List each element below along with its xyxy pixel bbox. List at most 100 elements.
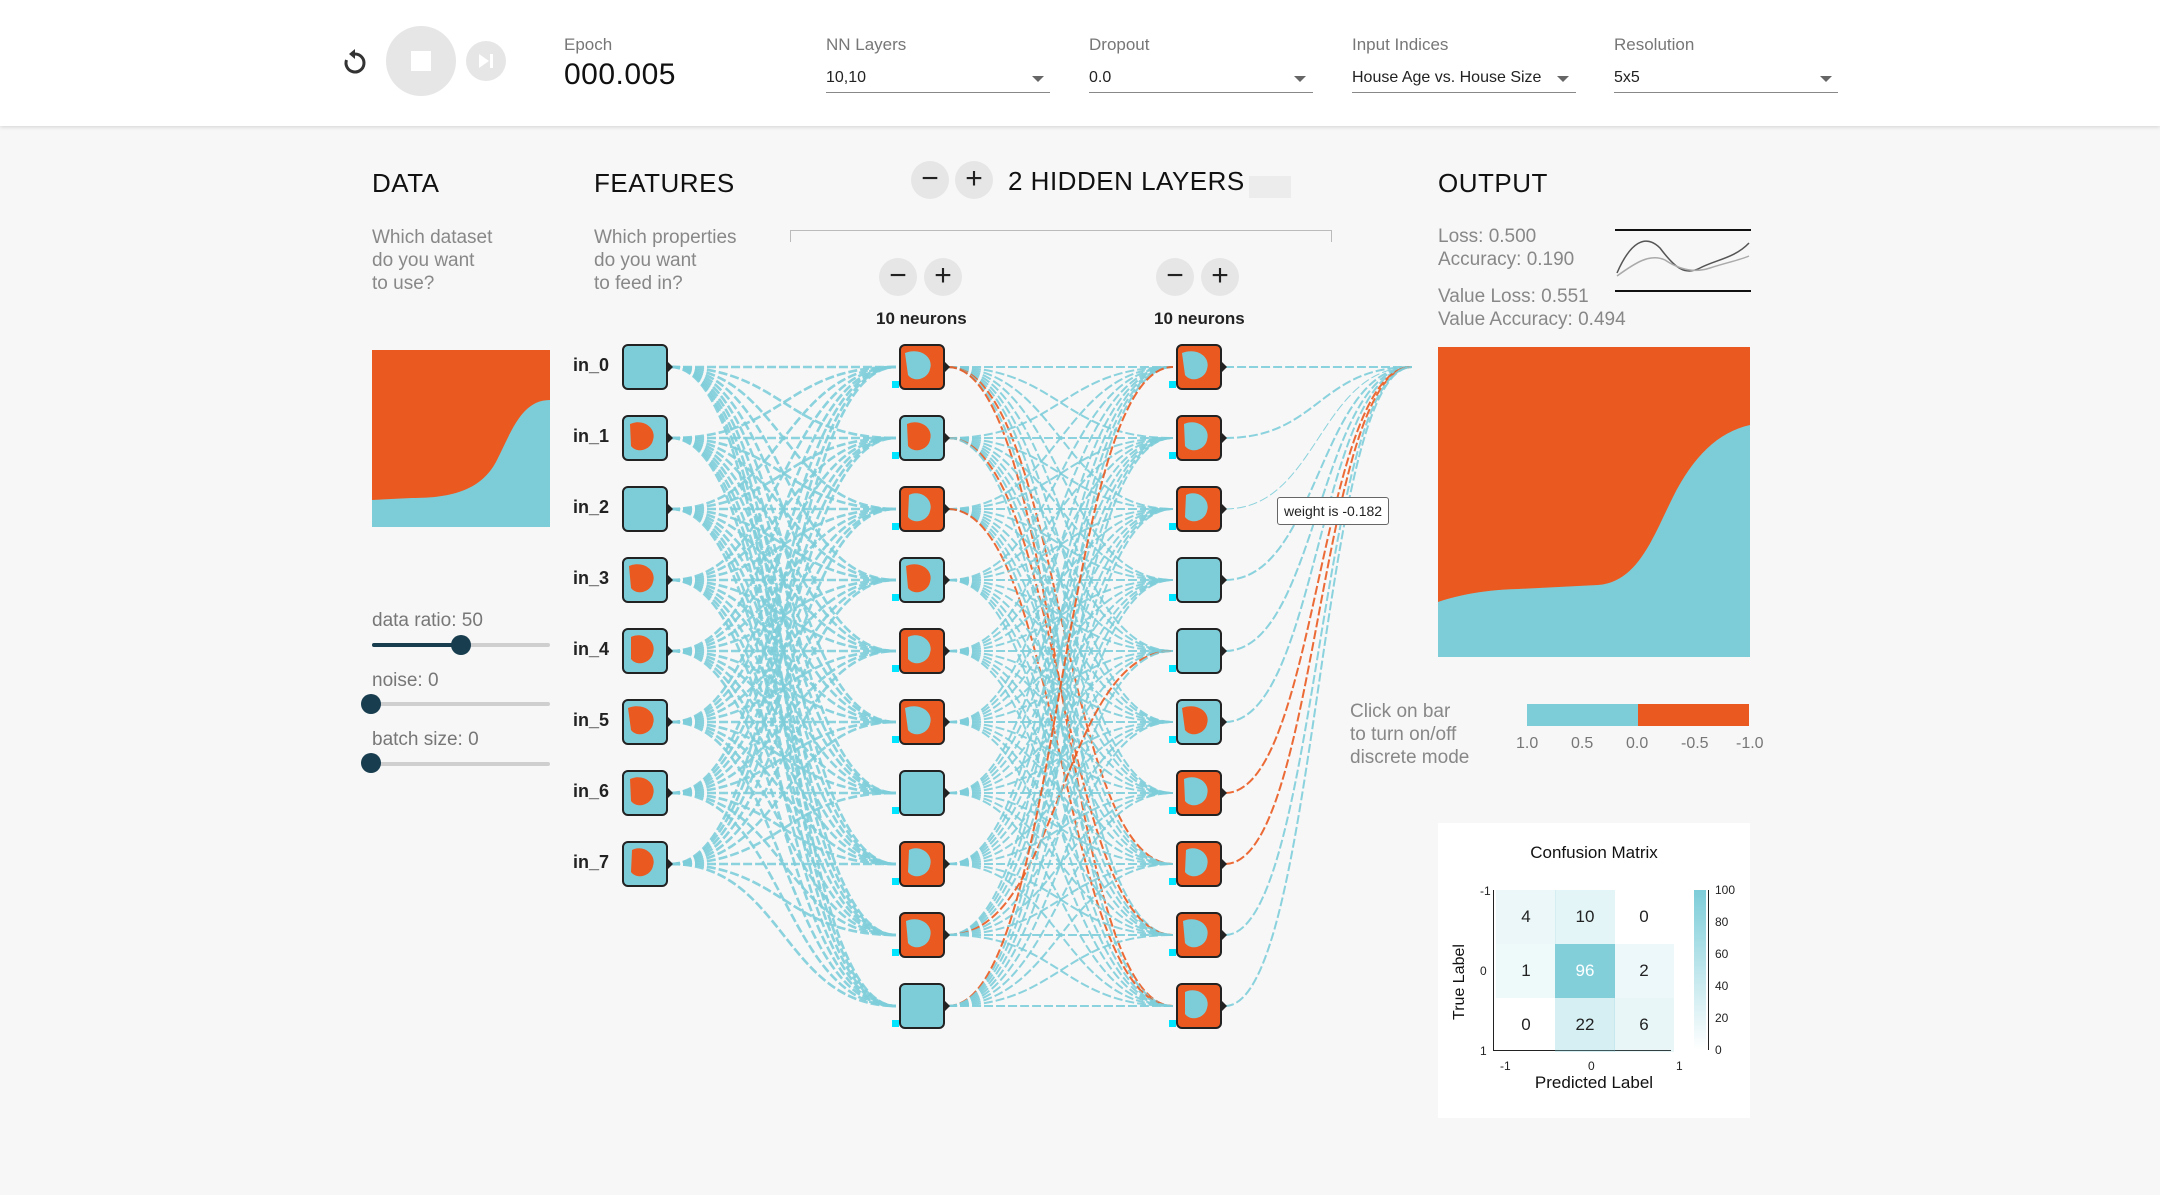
hidden2-node-3[interactable] xyxy=(1176,557,1227,603)
node-connector xyxy=(667,361,673,373)
weight-link[interactable] xyxy=(670,365,897,795)
hidden2-node-5[interactable] xyxy=(1176,699,1227,745)
weight-link[interactable] xyxy=(1224,366,1413,1007)
weight-link[interactable] xyxy=(947,437,1174,581)
bias-indicator xyxy=(1169,452,1176,459)
hidden1-node-8[interactable] xyxy=(899,912,950,958)
hidden1-node-6[interactable] xyxy=(899,770,950,816)
bias-indicator xyxy=(1169,665,1176,672)
input-node-2[interactable] xyxy=(622,486,673,532)
node-connector xyxy=(667,574,673,586)
bias-indicator xyxy=(892,736,899,743)
weight-link[interactable] xyxy=(947,579,1174,936)
input-node-0[interactable] xyxy=(622,344,673,390)
hidden2-node-8[interactable] xyxy=(1176,912,1227,958)
confusion-cell: 2 xyxy=(1614,944,1674,998)
confusion-cell: 4 xyxy=(1496,890,1556,944)
node-connector xyxy=(944,432,950,444)
hidden2-node-4[interactable] xyxy=(1176,628,1227,674)
node-connector xyxy=(667,858,673,870)
weight-link[interactable] xyxy=(947,366,1174,723)
color-bar-negative xyxy=(1638,704,1749,726)
loss-text: Loss: 0.500 xyxy=(1438,226,1537,247)
weight-link[interactable] xyxy=(670,720,897,866)
node-connector xyxy=(1221,574,1227,586)
confusion-cell: 0 xyxy=(1639,907,1649,926)
weight-link[interactable] xyxy=(947,366,1174,1007)
hidden1-node-2[interactable] xyxy=(899,486,950,532)
hidden1-node-9[interactable] xyxy=(899,983,950,1029)
weight-link[interactable] xyxy=(1224,366,1413,865)
hidden1-node-5[interactable] xyxy=(899,699,950,745)
confusion-cell: 1 xyxy=(1496,944,1556,998)
input-node-6[interactable] xyxy=(622,770,673,816)
confusion-y-tick: -1 xyxy=(1480,884,1491,898)
weight-link[interactable] xyxy=(947,437,1174,794)
node-connector xyxy=(667,432,673,444)
weight-tooltip: weight is -0.182 xyxy=(1277,497,1390,525)
bias-indicator xyxy=(892,949,899,956)
bias-indicator xyxy=(1169,523,1176,530)
node-connector xyxy=(944,929,950,941)
confusion-y-tick: 0 xyxy=(1480,964,1487,978)
node-connector xyxy=(1221,716,1227,728)
confusion-cell: 96 xyxy=(1555,944,1615,998)
confusion-scale-tick: 20 xyxy=(1715,1011,1729,1025)
weight-link[interactable] xyxy=(947,792,1174,936)
bias-indicator xyxy=(1169,381,1176,388)
input-node-1[interactable] xyxy=(622,415,673,461)
weight-link[interactable] xyxy=(670,436,897,866)
weight-link[interactable] xyxy=(670,649,897,795)
hidden2-node-7[interactable] xyxy=(1176,841,1227,887)
confusion-scale-tick: 60 xyxy=(1715,947,1729,961)
weight-link[interactable] xyxy=(1224,366,1413,936)
hidden2-node-2[interactable] xyxy=(1176,486,1227,532)
input-node-5[interactable] xyxy=(622,699,673,745)
bias-indicator xyxy=(892,807,899,814)
input-node-4[interactable] xyxy=(622,628,673,674)
node-connector xyxy=(1221,858,1227,870)
hidden2-node-0[interactable] xyxy=(1176,344,1227,390)
weight-link[interactable] xyxy=(1224,366,1413,723)
hidden1-node-0[interactable] xyxy=(899,344,950,390)
bias-indicator xyxy=(1169,878,1176,885)
node-connector xyxy=(1221,432,1227,444)
node-connector xyxy=(667,787,673,799)
node-connector xyxy=(944,574,950,586)
value-accuracy-text: Value Accuracy: 0.494 xyxy=(1438,309,1626,330)
discrete-mode-bar[interactable] xyxy=(1527,704,1749,726)
hidden1-node-3[interactable] xyxy=(899,557,950,603)
network-diagram xyxy=(622,344,1413,1029)
weight-link[interactable] xyxy=(670,507,897,866)
bias-indicator xyxy=(892,665,899,672)
node-connector xyxy=(944,787,950,799)
input-node-3[interactable] xyxy=(622,557,673,603)
hidden1-node-7[interactable] xyxy=(899,841,950,887)
bias-indicator xyxy=(1169,949,1176,956)
discrete-hint-line: discrete mode xyxy=(1350,747,1470,768)
input-node-7[interactable] xyxy=(622,841,673,887)
hidden1-node-4[interactable] xyxy=(899,628,950,674)
confusion-x-tick: -1 xyxy=(1500,1059,1511,1073)
legend-tick: 1.0 xyxy=(1516,735,1539,752)
weight-link[interactable] xyxy=(947,792,1174,1007)
color-bar-positive xyxy=(1527,704,1638,726)
confusion-x-tick: 1 xyxy=(1676,1059,1683,1073)
confusion-y-axis xyxy=(1493,890,1494,1050)
hidden2-node-9[interactable] xyxy=(1176,983,1227,1029)
output-heatmap xyxy=(1438,347,1750,657)
node-connector xyxy=(944,503,950,515)
node-connector xyxy=(1221,787,1227,799)
weight-link[interactable] xyxy=(947,366,1174,581)
weight-link[interactable] xyxy=(947,650,1174,1007)
hidden2-node-6[interactable] xyxy=(1176,770,1227,816)
hidden2-node-1[interactable] xyxy=(1176,415,1227,461)
weight-link[interactable] xyxy=(670,436,897,795)
bias-indicator xyxy=(892,523,899,530)
confusion-matrix-panel: Confusion Matrix True Label Predicted La… xyxy=(1438,823,1750,1118)
discrete-hint-line: to turn on/off xyxy=(1350,724,1457,745)
confusion-y-tick: 1 xyxy=(1480,1044,1487,1058)
node-connector xyxy=(1221,503,1227,515)
weight-link[interactable] xyxy=(670,365,897,724)
hidden1-node-1[interactable] xyxy=(899,415,950,461)
